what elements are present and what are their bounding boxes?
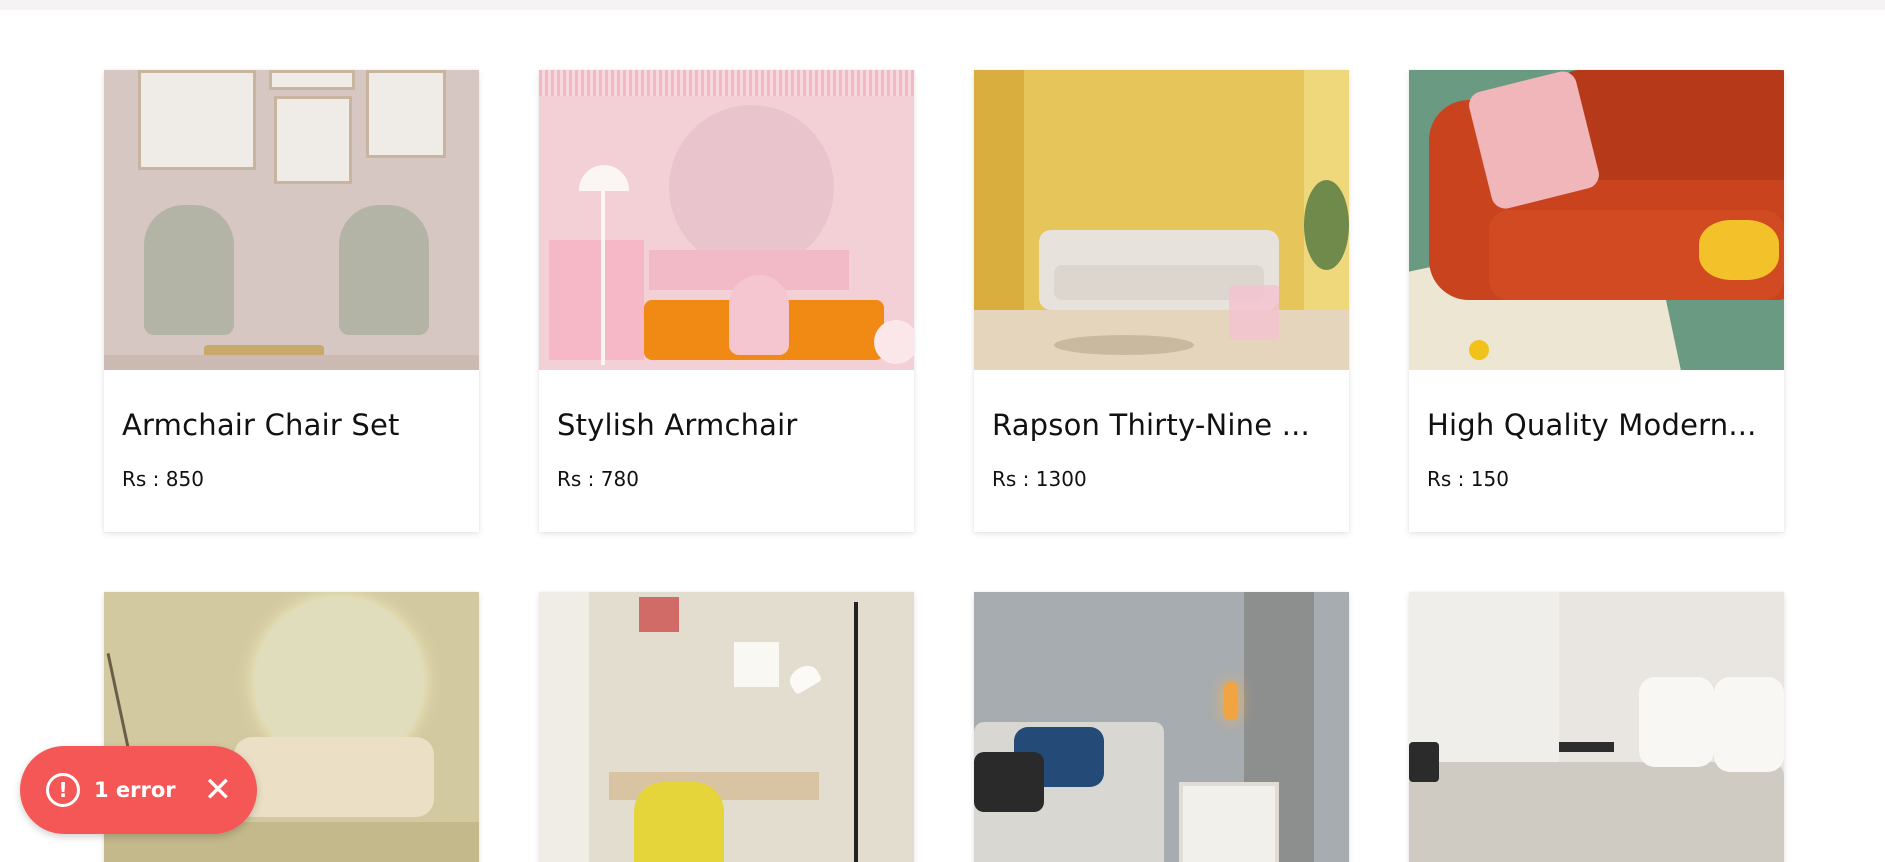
product-title[interactable]: Stylish Armchair — [557, 408, 896, 443]
error-count[interactable]: 1 error — [94, 778, 176, 802]
product-price: Rs : 150 — [1427, 466, 1509, 491]
product-title[interactable]: Rapson Thirty-Nine ... — [992, 408, 1331, 443]
product-image[interactable] — [974, 70, 1349, 370]
product-image[interactable] — [1409, 592, 1784, 862]
product-card[interactable]: High Quality Modern... Rs : 150 — [1409, 70, 1784, 532]
product-price: Rs : 780 — [557, 466, 639, 491]
product-card[interactable] — [974, 592, 1349, 862]
product-card[interactable] — [1409, 592, 1784, 862]
product-grid: Armchair Chair Set Rs : 850 Stylish Armc… — [0, 0, 1885, 862]
product-image[interactable] — [539, 70, 914, 370]
product-title[interactable]: High Quality Modern... — [1427, 408, 1766, 443]
product-image[interactable] — [1409, 70, 1784, 370]
product-title[interactable]: Armchair Chair Set — [122, 408, 461, 443]
product-card[interactable]: Armchair Chair Set Rs : 850 — [104, 70, 479, 532]
product-image[interactable] — [974, 592, 1349, 862]
product-price: Rs : 850 — [122, 466, 204, 491]
error-toast[interactable]: ! 1 error ✕ — [20, 746, 257, 834]
product-image[interactable] — [104, 70, 479, 370]
close-icon[interactable]: ✕ — [204, 773, 233, 807]
product-image[interactable] — [539, 592, 914, 862]
product-price: Rs : 1300 — [992, 466, 1087, 491]
product-card[interactable]: Rapson Thirty-Nine ... Rs : 1300 — [974, 70, 1349, 532]
product-card[interactable] — [539, 592, 914, 862]
error-icon: ! — [46, 773, 80, 807]
product-card[interactable]: Stylish Armchair Rs : 780 — [539, 70, 914, 532]
